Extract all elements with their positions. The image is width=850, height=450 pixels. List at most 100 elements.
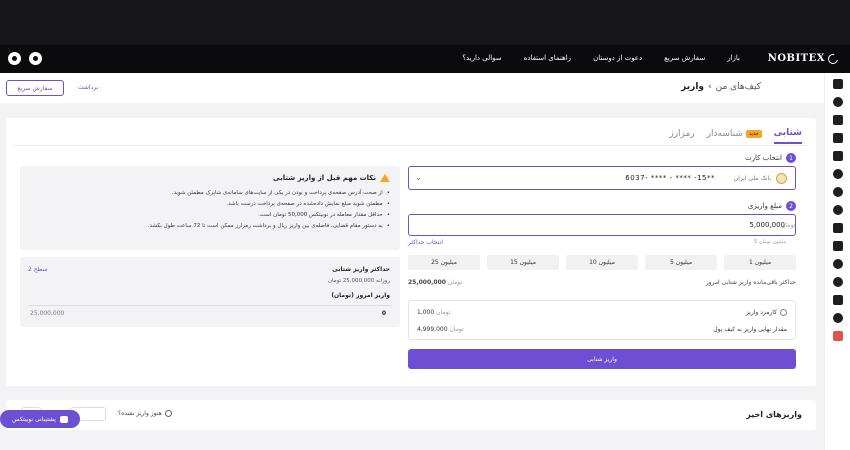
chevron-down-icon[interactable]: ⌄	[415, 173, 422, 182]
note-item: حداقل مقدار معامله در نوبیتکس 50,000 توم…	[90, 212, 390, 218]
chart-icon[interactable]	[833, 151, 843, 161]
deposit-card: شتابی شناسه‌دار جدید رمزارز 1 انتخاب کار…	[6, 118, 816, 386]
daily-max-value: 25,000,000	[408, 279, 446, 286]
deposit-limit-box: سطح 2 حداکثر واریز شتابی روزانه 25,000,0…	[20, 257, 400, 327]
bank-name: بانک ملی ایران	[733, 175, 771, 182]
amount-field[interactable]: تومان	[408, 214, 796, 236]
target-icon[interactable]	[833, 205, 843, 215]
support-label: پشتیبانی نوبیتکس	[12, 415, 56, 423]
not-deposited-text: هنوز واریز نشده؟	[118, 410, 162, 417]
tabs-divider	[14, 145, 808, 146]
step2-number: 2	[786, 201, 796, 211]
help-icon	[164, 410, 172, 417]
card-select[interactable]: بانک ملی ایران 6037- **** - **** -15** ⌄	[408, 166, 796, 190]
tab-shetabi[interactable]: شتابی	[773, 128, 802, 144]
settings-icon[interactable]	[833, 115, 843, 125]
security-icon[interactable]	[833, 277, 843, 287]
chip-25m[interactable]: 25 میلیون	[408, 255, 480, 270]
tab-crypto[interactable]: رمزارز	[669, 128, 694, 144]
final-row: مقدار نهایی واریز به کیف پول 4,999,000 ت…	[417, 326, 787, 333]
limit-total: 25,000,000	[30, 310, 65, 317]
dashboard-icon[interactable]	[833, 79, 843, 89]
brand-text: NOBITEX	[767, 53, 825, 64]
max-deposit-label: حداکثر واریز شتابی	[332, 266, 390, 273]
amount-input[interactable]	[409, 215, 795, 235]
nav-user-actions	[8, 52, 42, 65]
profile-icon[interactable]	[833, 223, 843, 233]
step1-label: 1 انتخاب کارت	[745, 153, 796, 163]
daily-max-label: حداکثر باقی‌مانده واریز شتابی امروز	[705, 279, 796, 286]
brand-logo[interactable]: NOBITEX	[767, 51, 840, 66]
tab-crypto-label: رمزارز	[669, 129, 695, 139]
chip-10m[interactable]: 10 میلیون	[566, 255, 638, 270]
recent-title: واریزهای اخیر	[746, 410, 802, 419]
nav-links: بازار سفارش سریع دعوت از دوستان راهنمای …	[462, 54, 740, 62]
fee-summary: کارمزد واریز 1,000 تومان مقدار نهایی وار…	[408, 300, 796, 340]
new-badge: جدید	[745, 130, 762, 138]
breadcrumb: واریز ‹ کیف‌های من	[681, 82, 761, 92]
breadcrumb-current: واریز	[681, 82, 704, 92]
recent-deposits: واریزهای اخیر هنوز واریز نشده؟	[6, 400, 816, 430]
daily-max-row: حداکثر باقی‌مانده واریز شتابی امروز 25,0…	[408, 279, 796, 286]
chat-icon	[59, 415, 68, 423]
chip-1m[interactable]: 1 میلیون	[724, 255, 796, 270]
card-number: 6037- **** - **** -15**	[625, 174, 715, 182]
select-max-link[interactable]: انتخاب حداکثر	[408, 239, 443, 246]
warning-icon	[380, 174, 390, 182]
withdraw-link[interactable]: برداشت	[78, 84, 98, 91]
tab-identified[interactable]: شناسه‌دار جدید	[707, 128, 762, 144]
step1-text: انتخاب کارت	[745, 154, 782, 162]
orders-icon[interactable]	[833, 169, 843, 179]
right-sidebar	[824, 73, 850, 450]
nav-link-guide[interactable]: راهنمای استفاده	[524, 54, 571, 62]
not-deposited-row[interactable]: هنوز واریز نشده؟	[118, 410, 172, 417]
daily-max-unit: تومان	[447, 279, 463, 286]
wallet-icon[interactable]	[833, 133, 843, 143]
nav-link-quick-order[interactable]: سفارش سریع	[664, 54, 705, 62]
final-unit: تومان	[449, 326, 464, 333]
mail-icon[interactable]	[833, 295, 843, 305]
support-button[interactable]: پشتیبانی نوبیتکس	[0, 410, 80, 428]
amount-chips: 1 میلیون 5 میلیون 10 میلیون 15 میلیون 25…	[408, 255, 796, 270]
shield-icon[interactable]	[833, 259, 843, 269]
submit-deposit-button[interactable]: واریز شتابی	[408, 349, 796, 369]
final-amount: 4,999,000 تومان	[417, 326, 464, 333]
user-icon[interactable]	[8, 52, 21, 65]
fee-unit: تومان	[436, 309, 451, 316]
tab-shetabi-label: شتابی	[773, 128, 802, 138]
navbar: بازار سفارش سریع دعوت از دوستان راهنمای …	[0, 45, 850, 73]
daily-max-amount: 25,000,000 تومان	[408, 279, 462, 286]
fee-label: کارمزد واریز	[745, 309, 777, 316]
main-content: سفارش سریع برداشت واریز ‹ کیف‌های من شتا…	[0, 73, 824, 450]
fee-label-wrap: کارمزد واریز	[746, 309, 787, 316]
step2-text: مبلغ واریزی	[747, 202, 782, 210]
nav-link-faq[interactable]: سوالی دارید؟	[462, 54, 501, 62]
deposit-tabs: شتابی شناسه‌دار جدید رمزارز	[669, 128, 802, 144]
fee-value: 1,000	[417, 309, 435, 316]
daily-limit: روزانه 25,000,000 تومان	[327, 278, 390, 284]
info-icon[interactable]	[780, 309, 787, 316]
chip-15m[interactable]: 15 میلیون	[487, 255, 559, 270]
quick-order-button[interactable]: سفارش سریع	[6, 80, 64, 96]
notes-title: نکات مهم قبل از واریز شتابی	[273, 174, 376, 182]
note-item: از صحت آدرس صفحه‌ی پرداخت و بودن در یکی …	[90, 190, 390, 196]
amount-hint: 5 میلیون تومان	[754, 239, 786, 245]
tab-identified-label: شناسه‌دار	[706, 129, 743, 139]
calendar-icon[interactable]	[833, 241, 843, 251]
invite-icon[interactable]	[833, 313, 843, 323]
bank-logo-icon	[776, 173, 787, 184]
note-item: به دستور مقام قضایی، فاصله‌ی بین واریز ر…	[90, 223, 390, 229]
chip-5m[interactable]: 5 میلیون	[645, 255, 717, 270]
logout-icon[interactable]	[833, 331, 843, 341]
step2-label: 2 مبلغ واریزی	[748, 201, 796, 211]
history-icon[interactable]	[833, 187, 843, 197]
fee-amount: 1,000 تومان	[417, 309, 450, 316]
amount-unit: تومان	[781, 222, 796, 229]
notification-icon[interactable]	[29, 52, 42, 65]
browser-top-area	[0, 0, 850, 45]
level-link[interactable]: سطح 2	[28, 266, 48, 273]
nav-link-market[interactable]: بازار	[727, 54, 740, 62]
nav-link-invite[interactable]: دعوت از دوستان	[593, 54, 642, 62]
markets-icon[interactable]	[833, 97, 843, 107]
breadcrumb-parent[interactable]: کیف‌های من	[716, 82, 761, 92]
